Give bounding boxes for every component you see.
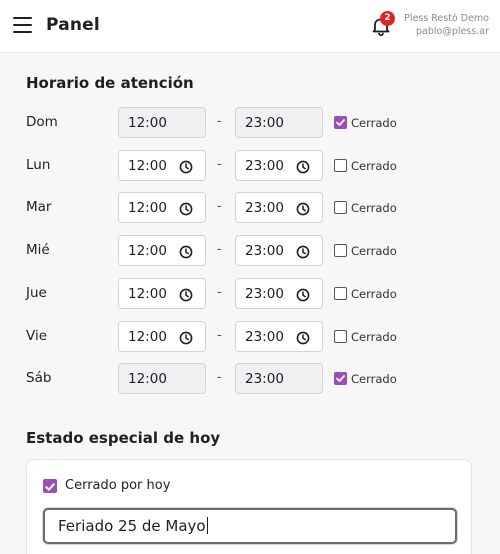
schedule-row: Sáb 12:00 - 23:00 Cerrado bbox=[0, 363, 500, 395]
closed-checkbox[interactable] bbox=[334, 244, 347, 257]
clock-icon[interactable] bbox=[296, 330, 310, 345]
day-label: Vie bbox=[26, 328, 47, 344]
closed-checkbox-label: Cerrado bbox=[351, 201, 397, 215]
time-range-dash: - bbox=[217, 199, 222, 214]
open-time-value: 12:00 bbox=[128, 158, 167, 174]
open-time-input[interactable]: 12:00 bbox=[118, 278, 206, 309]
close-time-input[interactable]: 23:00 bbox=[235, 192, 323, 223]
closed-checkbox[interactable] bbox=[334, 201, 347, 214]
schedule-row: Mié 12:00 - 23:00 Cerrado bbox=[0, 235, 500, 267]
close-time-value: 23:00 bbox=[245, 115, 284, 131]
open-time-input[interactable]: 12:00 bbox=[118, 321, 206, 352]
open-time-value: 12:00 bbox=[128, 200, 167, 216]
open-time-input[interactable]: 12:00 bbox=[118, 235, 206, 266]
closed-today-label: Cerrado por hoy bbox=[65, 478, 171, 493]
schedule-row: Lun 12:00 - 23:00 Cerrado bbox=[0, 150, 500, 182]
clock-icon[interactable] bbox=[296, 201, 310, 216]
closed-checkbox-label: Cerrado bbox=[351, 116, 397, 130]
closed-checkbox-label: Cerrado bbox=[351, 287, 397, 301]
hamburger-menu-icon[interactable] bbox=[13, 17, 32, 35]
close-time-value: 23:00 bbox=[245, 158, 284, 174]
top-bar: Panel 2 Pless Restó Demo pablo@pless.ar bbox=[0, 0, 500, 53]
time-range-dash: - bbox=[217, 114, 222, 129]
close-time-input[interactable]: 23:00 bbox=[235, 321, 323, 352]
closed-checkbox[interactable] bbox=[334, 116, 347, 129]
close-time-value: 23:00 bbox=[245, 200, 284, 216]
open-time-input[interactable]: 12:00 bbox=[118, 192, 206, 223]
open-time-value: 12:00 bbox=[128, 243, 167, 259]
schedule-row: Mar 12:00 - 23:00 Cerrado bbox=[0, 192, 500, 224]
open-time-input[interactable]: 12:00 bbox=[118, 150, 206, 181]
open-time-input[interactable]: 12:00 bbox=[118, 363, 206, 394]
close-time-input[interactable]: 23:00 bbox=[235, 363, 323, 394]
close-time-value: 23:00 bbox=[245, 329, 284, 345]
closed-checkbox[interactable] bbox=[334, 287, 347, 300]
close-time-input[interactable]: 23:00 bbox=[235, 235, 323, 266]
clock-icon[interactable] bbox=[296, 159, 310, 174]
open-time-value: 12:00 bbox=[128, 329, 167, 345]
page-title: Panel bbox=[46, 15, 100, 35]
notification-badge: 2 bbox=[380, 11, 395, 26]
clock-icon[interactable] bbox=[179, 330, 193, 345]
closed-checkbox-label: Cerrado bbox=[351, 372, 397, 386]
day-label: Jue bbox=[26, 285, 47, 301]
closed-checkbox-label: Cerrado bbox=[351, 330, 397, 344]
clock-icon[interactable] bbox=[179, 159, 193, 174]
text-caret bbox=[206, 517, 208, 534]
close-time-value: 23:00 bbox=[245, 371, 284, 387]
time-range-dash: - bbox=[217, 370, 222, 385]
day-label: Mar bbox=[26, 199, 52, 215]
open-time-value: 12:00 bbox=[128, 115, 167, 131]
day-label: Mié bbox=[26, 242, 50, 258]
open-time-value: 12:00 bbox=[128, 286, 167, 302]
closed-checkbox[interactable] bbox=[334, 159, 347, 172]
special-status-title: Estado especial de hoy bbox=[26, 429, 221, 447]
time-range-dash: - bbox=[217, 157, 222, 172]
time-range-dash: - bbox=[217, 242, 222, 257]
day-label: Dom bbox=[26, 114, 58, 130]
clock-icon[interactable] bbox=[179, 287, 193, 302]
close-time-input[interactable]: 23:00 bbox=[235, 150, 323, 181]
closed-checkbox[interactable] bbox=[334, 372, 347, 385]
closed-checkbox-label: Cerrado bbox=[351, 159, 397, 173]
open-time-input[interactable]: 12:00 bbox=[118, 107, 206, 138]
special-status-card: Cerrado por hoy Feriado 25 de Mayo bbox=[26, 459, 472, 554]
clock-icon[interactable] bbox=[296, 287, 310, 302]
day-label: Lun bbox=[26, 157, 51, 173]
close-time-input[interactable]: 23:00 bbox=[235, 278, 323, 309]
schedule-title: Horario de atención bbox=[26, 74, 194, 92]
closed-checkbox-label: Cerrado bbox=[351, 244, 397, 258]
close-time-input[interactable]: 23:00 bbox=[235, 107, 323, 138]
schedule-row: Dom 12:00 - 23:00 Cerrado bbox=[0, 107, 500, 139]
time-range-dash: - bbox=[217, 328, 222, 343]
open-time-value: 12:00 bbox=[128, 371, 167, 387]
closed-checkbox[interactable] bbox=[334, 330, 347, 343]
clock-icon[interactable] bbox=[296, 244, 310, 259]
clock-icon[interactable] bbox=[179, 244, 193, 259]
day-label: Sáb bbox=[26, 370, 52, 386]
special-reason-input[interactable]: Feriado 25 de Mayo bbox=[43, 508, 457, 544]
user-email: pablo@pless.ar bbox=[416, 26, 489, 37]
schedule-row: Jue 12:00 - 23:00 Cerrado bbox=[0, 278, 500, 310]
time-range-dash: - bbox=[217, 285, 222, 300]
close-time-value: 23:00 bbox=[245, 286, 284, 302]
special-reason-value: Feriado 25 de Mayo bbox=[58, 517, 208, 535]
closed-today-checkbox[interactable] bbox=[43, 479, 57, 493]
user-name: Pless Restó Demo bbox=[404, 13, 489, 24]
close-time-value: 23:00 bbox=[245, 243, 284, 259]
checkmark-icon bbox=[43, 479, 57, 498]
clock-icon[interactable] bbox=[179, 201, 193, 216]
schedule-row: Vie 12:00 - 23:00 Cerrado bbox=[0, 321, 500, 353]
